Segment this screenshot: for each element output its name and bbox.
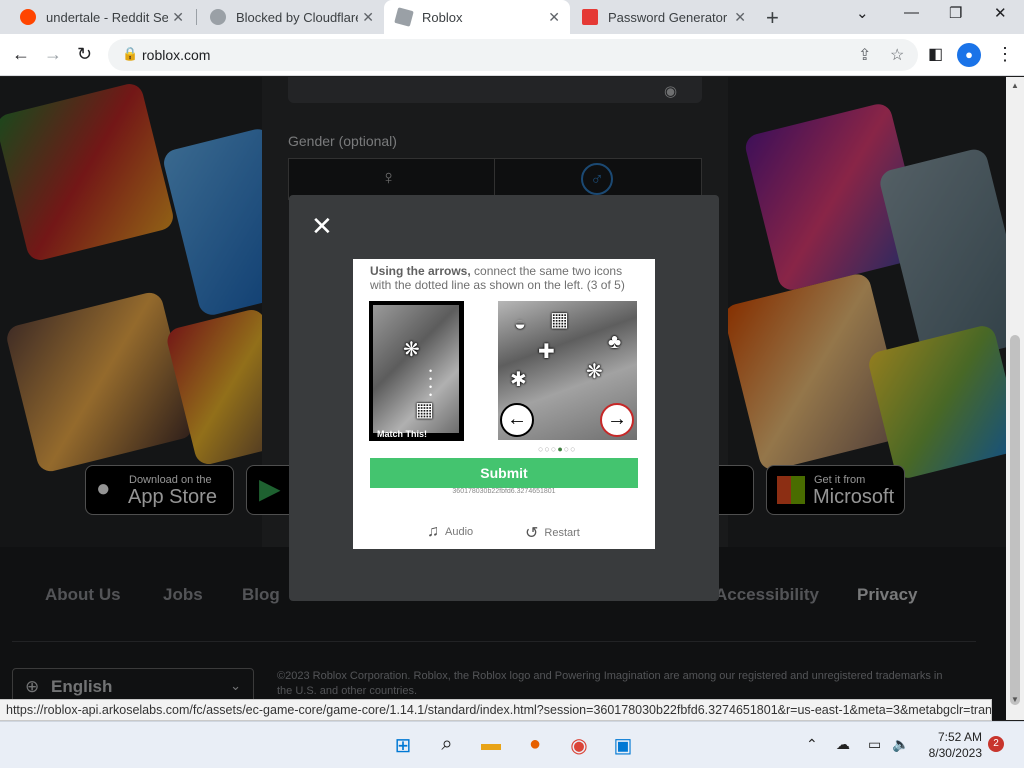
left-arrow-button[interactable]: ← <box>500 403 534 437</box>
tab-bar: undertale - Reddit Sear ✕ Blocked by Clo… <box>0 0 1024 34</box>
close-tab-icon[interactable]: ✕ <box>548 9 560 26</box>
globe-icon <box>210 9 226 25</box>
display-icon[interactable]: ▭ <box>868 736 881 753</box>
close-tab-icon[interactable]: ✕ <box>362 9 374 26</box>
back-arrow-icon[interactable]: ← <box>12 44 30 65</box>
network-icon[interactable]: ☁ <box>836 736 850 753</box>
instruction-bold: Using the arrows, <box>370 264 471 278</box>
side-panel-icon[interactable]: ◧ <box>928 44 943 64</box>
forward-arrow-icon[interactable]: → <box>44 44 62 65</box>
waffle-icon: ▦ <box>550 309 569 331</box>
close-tab-icon[interactable]: ✕ <box>172 9 184 26</box>
tab-title: Blocked by Cloudflare <box>236 9 358 25</box>
audio-label: Audio <box>445 525 474 538</box>
headphones-icon: ♫ <box>427 523 439 540</box>
tab-password-generator[interactable]: Password Generator - ✕ <box>570 0 756 34</box>
minimize-icon[interactable]: — <box>904 4 919 21</box>
match-this-label: Match This! <box>377 429 428 439</box>
captcha-modal: ✕ Using the arrows, connect the same two… <box>289 195 719 601</box>
menu-kebab-icon[interactable]: ⋮ <box>996 44 1014 65</box>
clock[interactable]: 7:52 AM 8/30/2023 <box>924 729 982 761</box>
tab-cloudflare[interactable]: Blocked by Cloudflare ✕ <box>198 0 384 34</box>
browser-toolbar: ← → ↻ 🔒 roblox.com ⇪ ☆ ◧ ● ⋮ <box>0 34 1024 76</box>
password-generator-icon <box>582 9 598 25</box>
progress-dots: ○○○●○○ <box>538 444 577 454</box>
close-icon[interactable]: ✕ <box>311 211 333 242</box>
reload-icon[interactable]: ↻ <box>77 44 92 65</box>
store-icon[interactable]: ▣ <box>609 733 637 758</box>
link-status-bar: https://roblox-api.arkoselabs.com/fc/ass… <box>0 699 992 721</box>
tab-search-chevron-icon[interactable]: ⌄ <box>856 4 869 22</box>
ball-icon: ◒ <box>514 313 527 335</box>
tab-title: undertale - Reddit Sear <box>46 9 168 25</box>
dotted-line: • • • • <box>429 366 433 400</box>
tab-title: Roblox <box>422 9 463 25</box>
restart-button[interactable]: ↺ Restart <box>525 523 580 543</box>
share-icon[interactable]: ⇪ <box>858 45 871 65</box>
url-text: roblox.com <box>142 47 211 63</box>
tab-roblox[interactable]: Roblox ✕ <box>384 0 570 34</box>
waffle-icon: ▦ <box>415 399 434 421</box>
scroll-down-icon[interactable]: ▼ <box>1011 695 1019 704</box>
volume-icon[interactable]: 🔈 <box>892 736 909 753</box>
spider-web-icon: ❋ <box>403 339 420 361</box>
address-bar[interactable]: 🔒 roblox.com ⇪ ☆ <box>108 39 918 71</box>
session-id: 360178030b22fbfd6.3274651801 <box>452 488 556 495</box>
new-tab-icon[interactable]: + <box>766 5 779 31</box>
windows-start-icon[interactable]: ⊞ <box>389 733 417 758</box>
spider-web-icon: ❋ <box>586 361 603 383</box>
submit-button[interactable]: Submit <box>370 458 638 488</box>
show-hidden-icons-icon[interactable]: ⌃ <box>806 736 818 753</box>
firefox-icon[interactable]: ● <box>521 733 549 756</box>
bookmark-star-icon[interactable]: ☆ <box>890 45 904 65</box>
restart-icon: ↺ <box>525 525 539 542</box>
chrome-icon[interactable]: ◉ <box>565 733 593 758</box>
cherry-icon: ♣ <box>608 331 622 353</box>
close-window-icon[interactable]: ✕ <box>994 4 1007 22</box>
reference-image: ❋ • • • • ▦ Match This! <box>369 301 464 441</box>
scroll-up-icon[interactable]: ▲ <box>1011 81 1019 90</box>
captcha-frame: Using the arrows, connect the same two i… <box>353 259 655 549</box>
clock-date: 8/30/2023 <box>928 746 982 760</box>
tab-reddit[interactable]: undertale - Reddit Sear ✕ <box>8 0 194 34</box>
tab-divider <box>196 9 197 25</box>
bone-icon: ✚ <box>538 341 555 363</box>
notification-badge[interactable]: 2 <box>988 736 1004 752</box>
tab-title: Password Generator - <box>608 9 730 25</box>
restore-icon[interactable]: ❐ <box>949 4 962 22</box>
captcha-instruction: Using the arrows, connect the same two i… <box>370 264 640 292</box>
right-arrow-button[interactable]: → <box>600 403 634 437</box>
roblox-page: ◉ Gender (optional) ♀ ♂ ● Download on th… <box>0 77 1006 720</box>
search-icon[interactable]: ⌕ <box>433 733 461 756</box>
clock-time: 7:52 AM <box>937 730 982 744</box>
close-tab-icon[interactable]: ✕ <box>734 9 746 26</box>
profile-avatar-icon[interactable]: ● <box>957 43 981 67</box>
page-scrollbar[interactable]: ▲ ▼ <box>1006 77 1024 720</box>
restart-label: Restart <box>544 526 580 539</box>
windows-taskbar: ⊞ ⌕ ▬ ● ◉ ▣ ⌃ ☁ ▭ 🔈 7:52 AM 8/30/2023 2 <box>0 721 1024 768</box>
lock-icon[interactable]: 🔒 <box>122 46 138 62</box>
scroll-thumb[interactable] <box>1010 335 1020 705</box>
reddit-icon <box>20 9 36 25</box>
audio-button[interactable]: ♫ Audio <box>427 523 473 541</box>
roblox-icon <box>394 7 414 27</box>
puzzle-image: ◒ ▦ ♣ ✚ ❋ ✱ ← → <box>498 301 637 440</box>
file-explorer-icon[interactable]: ▬ <box>477 733 505 756</box>
bug-icon: ✱ <box>510 369 527 391</box>
